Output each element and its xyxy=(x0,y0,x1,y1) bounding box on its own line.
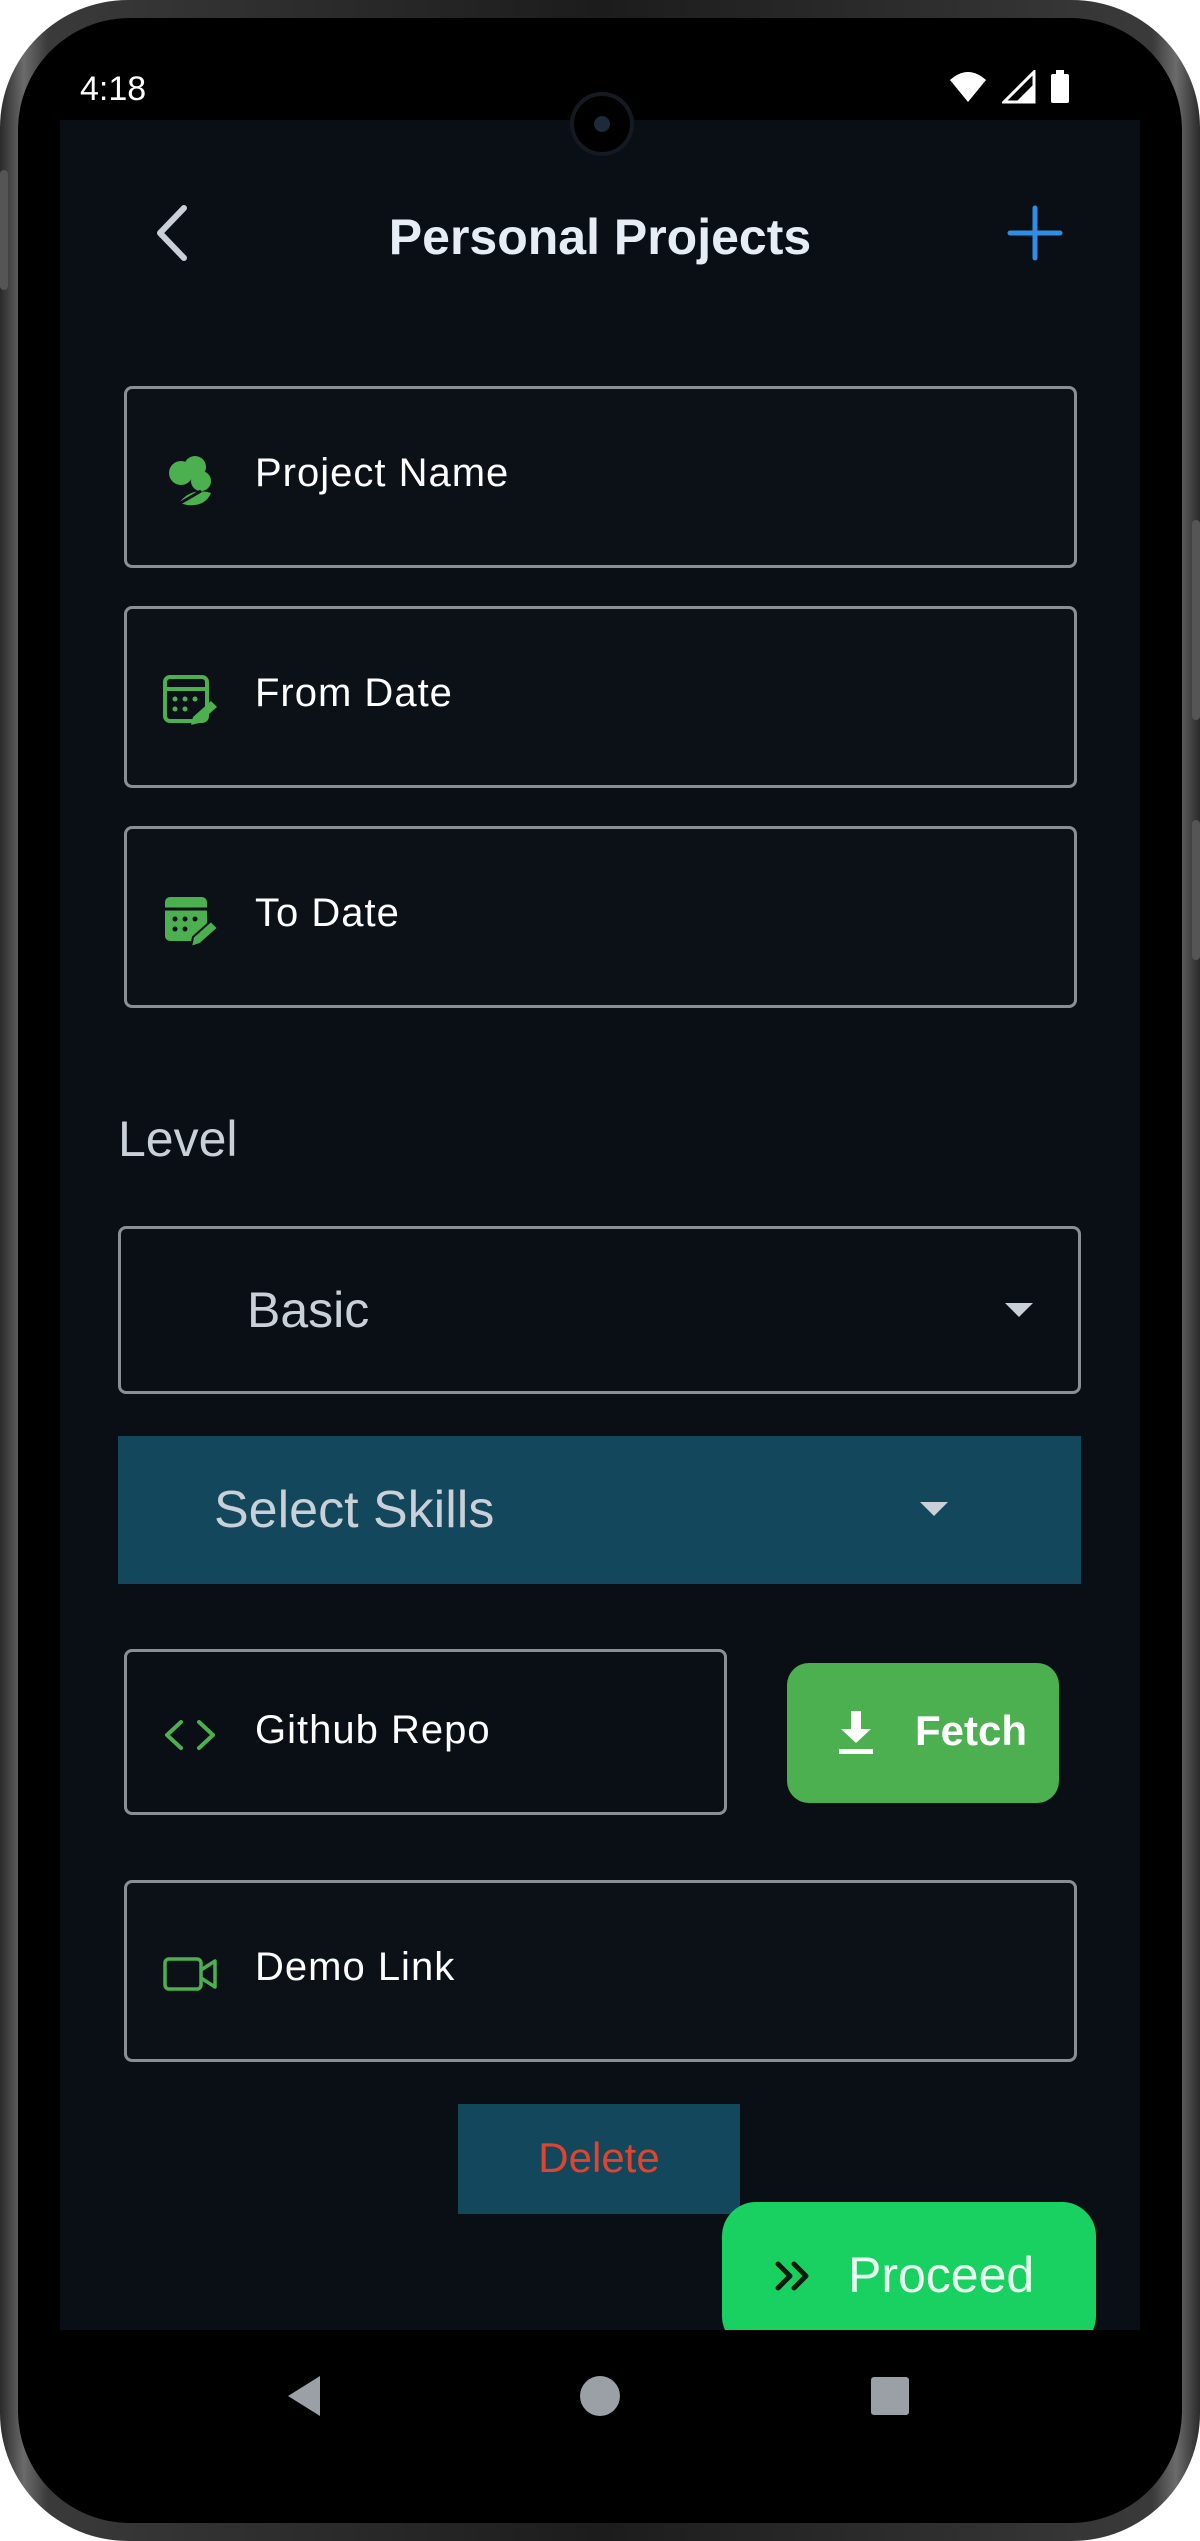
proceed-button[interactable]: Proceed xyxy=(722,2202,1096,2350)
github-repo-placeholder: Github Repo xyxy=(255,1708,491,1752)
home-circle-icon[interactable] xyxy=(570,2366,630,2426)
front-camera xyxy=(570,92,634,156)
double-chevron-right-icon xyxy=(775,2261,809,2291)
fetch-label: Fetch xyxy=(915,1707,1028,1754)
demo-link-field[interactable]: Demo Link xyxy=(124,1880,1077,2062)
from-date-placeholder: From Date xyxy=(255,671,453,715)
recents-square-icon[interactable] xyxy=(860,2366,920,2426)
app-header: Personal Projects xyxy=(60,178,1140,288)
level-label: Level xyxy=(118,1111,238,1167)
code-icon xyxy=(165,1720,215,1750)
status-icons xyxy=(948,70,1070,104)
add-project-button[interactable] xyxy=(1000,198,1070,268)
download-icon xyxy=(839,1711,873,1754)
delete-label: Delete xyxy=(538,2134,660,2181)
calendar-edit-filled-icon xyxy=(165,897,219,949)
project-name-placeholder: Project Name xyxy=(255,451,510,495)
skills-dropdown[interactable]: Select Skills xyxy=(118,1436,1081,1584)
fetch-button[interactable]: Fetch xyxy=(787,1663,1059,1803)
screen: 4:18 Personal Projects Project Name From… xyxy=(60,58,1140,2456)
page-title: Personal Projects xyxy=(388,209,812,265)
chevron-down-icon xyxy=(920,1502,948,1516)
skills-placeholder: Select Skills xyxy=(214,1481,495,1539)
demo-link-placeholder: Demo Link xyxy=(255,1945,456,1989)
phone-frame: 4:18 Personal Projects Project Name From… xyxy=(0,0,1200,2541)
to-date-field[interactable]: To Date xyxy=(124,826,1077,1008)
leaf-icon xyxy=(169,456,211,507)
side-button xyxy=(0,170,8,290)
chevron-down-icon xyxy=(1005,1303,1033,1317)
plus-icon xyxy=(1007,205,1063,261)
proceed-label: Proceed xyxy=(848,2247,1035,2303)
wifi-icon xyxy=(950,72,986,102)
battery-icon xyxy=(1051,70,1069,103)
calendar-edit-icon xyxy=(163,675,217,725)
to-date-placeholder: To Date xyxy=(255,891,400,935)
power-button xyxy=(1192,820,1200,960)
video-icon xyxy=(163,1957,217,1991)
level-dropdown[interactable]: Basic xyxy=(118,1226,1081,1394)
volume-button xyxy=(1192,520,1200,720)
from-date-field[interactable]: From Date xyxy=(124,606,1077,788)
github-repo-field[interactable]: Github Repo xyxy=(124,1649,727,1815)
status-time: 4:18 xyxy=(80,70,147,108)
delete-button[interactable]: Delete xyxy=(458,2104,740,2214)
back-triangle-icon[interactable] xyxy=(280,2366,340,2426)
project-name-field[interactable]: Project Name xyxy=(124,386,1077,568)
level-selected-value: Basic xyxy=(247,1282,370,1338)
cellular-icon xyxy=(1002,70,1036,104)
system-nav-bar xyxy=(60,2330,1140,2456)
